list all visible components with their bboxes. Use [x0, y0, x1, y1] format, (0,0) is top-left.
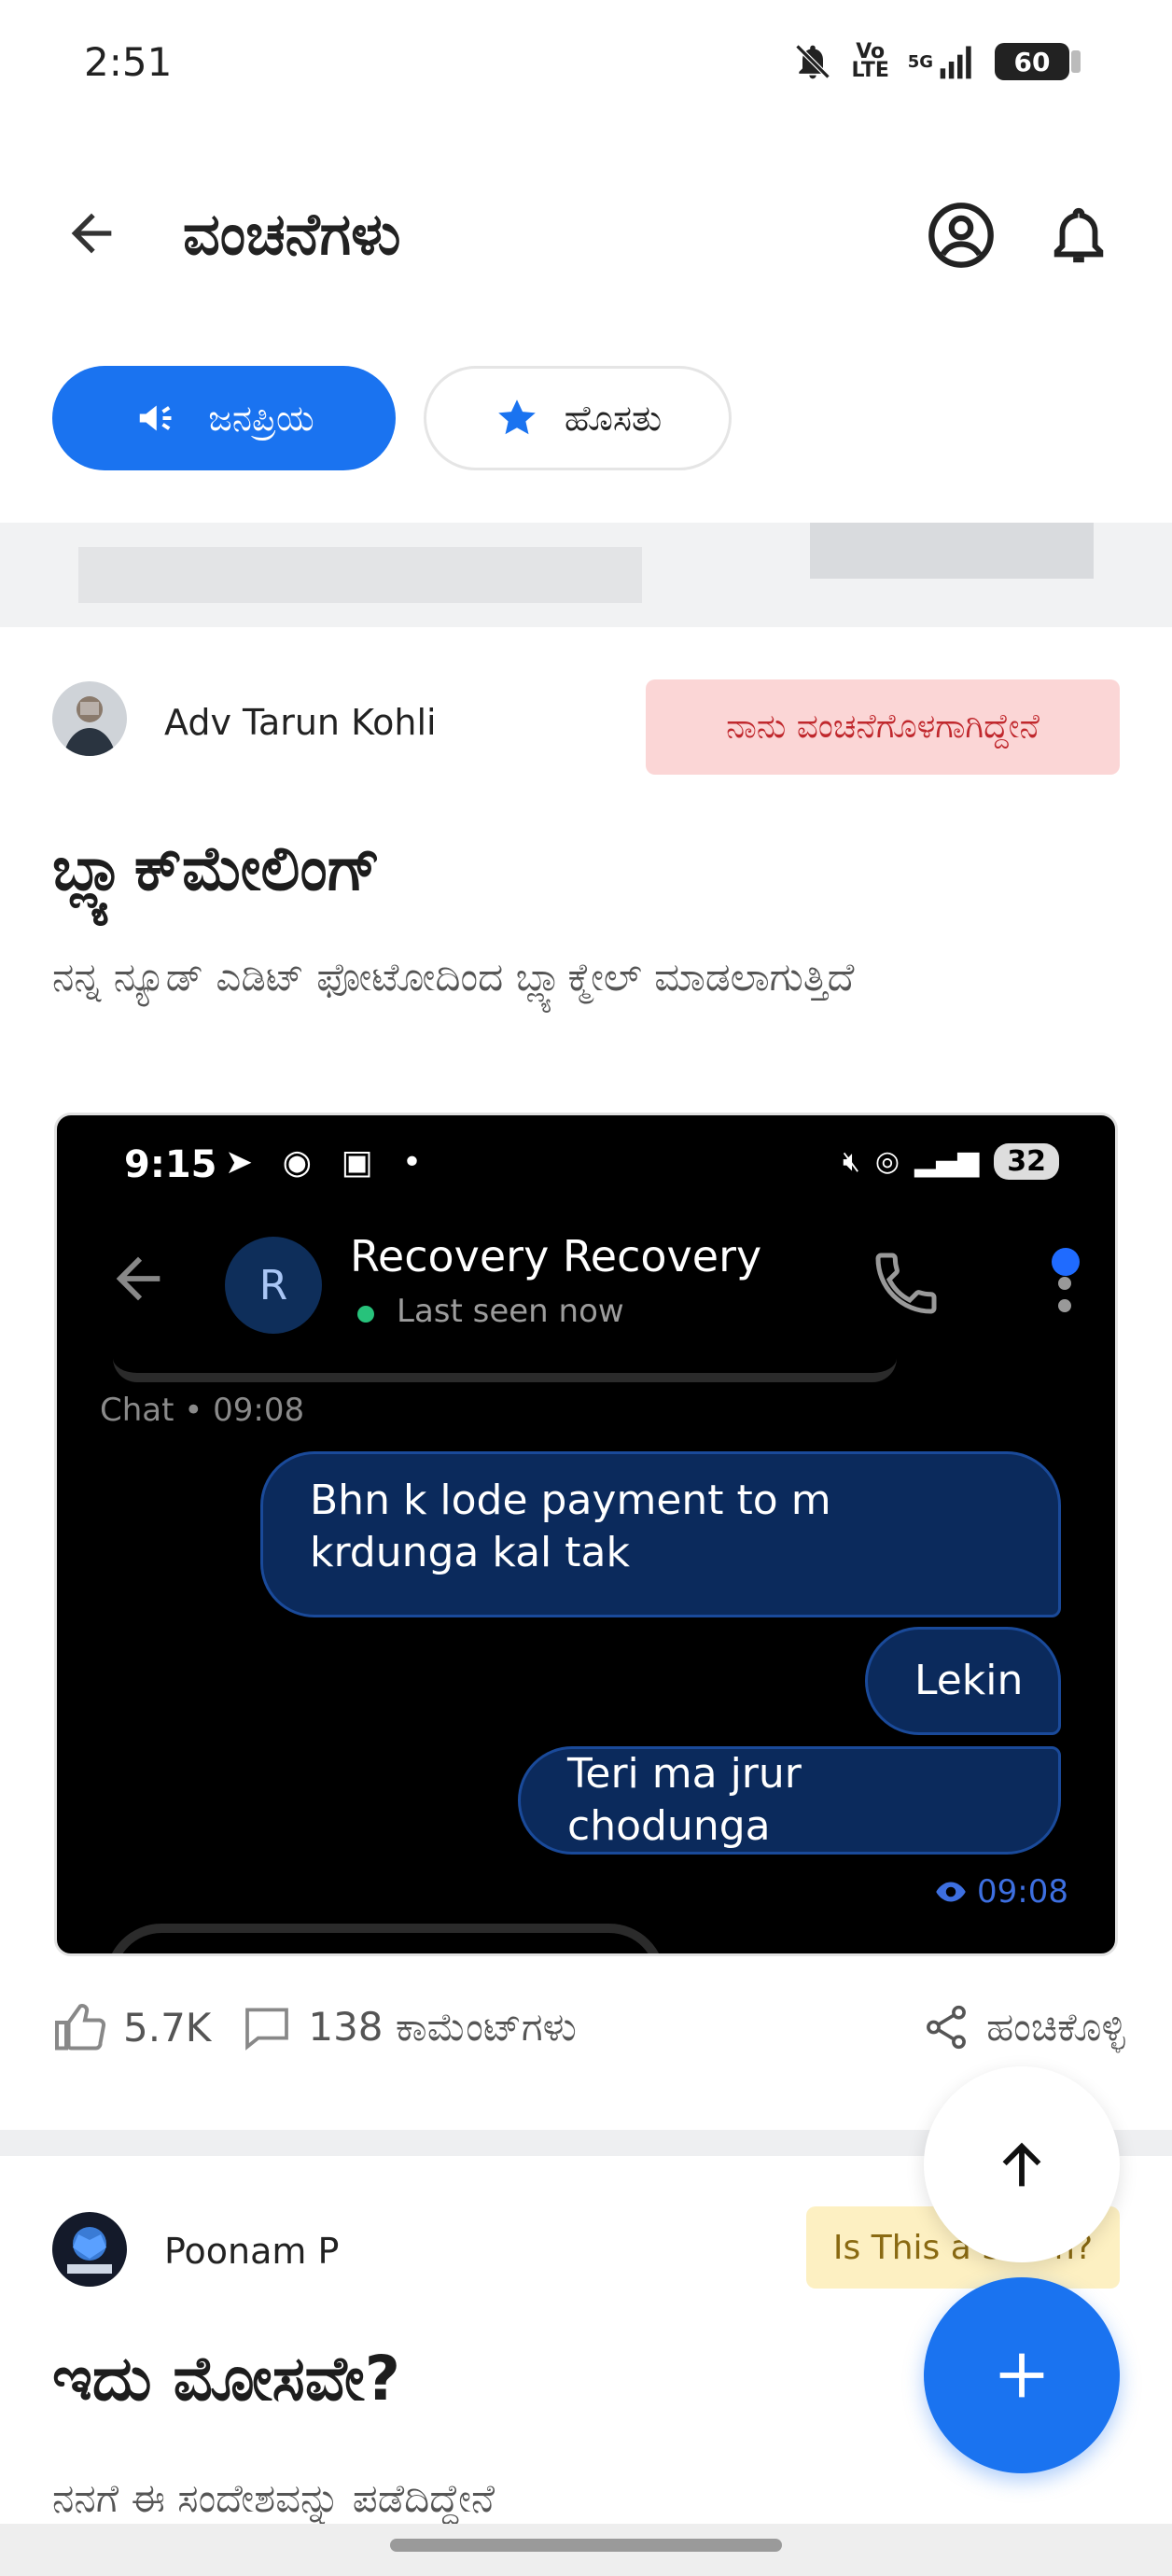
tab-popular-label: ಜನಪ್ರಿಯ: [208, 397, 314, 439]
comments-button[interactable]: 138 ಕಾಮೆಂಟ್‌ಗಳು: [241, 2001, 577, 2053]
thumbs-up-icon: [55, 2004, 106, 2051]
signal-icon: ▂▄▆: [914, 1145, 980, 1178]
hotspot-icon: ◎: [874, 1145, 900, 1178]
tab-new-label: ಹೊಸತು: [564, 397, 663, 439]
avatar[interactable]: [52, 2212, 127, 2287]
profile-button[interactable]: [924, 198, 998, 273]
shot-battery: 32: [994, 1143, 1059, 1180]
network-label: 5G: [907, 51, 933, 72]
share-button[interactable]: ಹಂಚಿಕೊಳ್ಳಿ: [921, 2002, 1125, 2052]
home-indicator[interactable]: [390, 2539, 782, 2552]
tab-popular[interactable]: ಜನಪ್ರಿಯ: [52, 366, 396, 470]
tab-new[interactable]: ಹೊಸತು: [424, 366, 732, 470]
loading-placeholder: [0, 523, 1172, 627]
status-bar: 2:51 Vo LTE 5G 60: [0, 0, 1172, 131]
arrow-left-icon: [71, 213, 112, 254]
shot-status-right: 🔇︎ ◎ ▂▄▆ 32: [843, 1143, 1059, 1180]
post-author[interactable]: Adv Tarun Kohli: [164, 702, 437, 743]
phone-icon: [875, 1253, 937, 1314]
like-button[interactable]: 5.7K: [52, 1999, 211, 2055]
gesture-nav-bar: [0, 2524, 1172, 2576]
like-count: 5.7K: [123, 2004, 212, 2051]
app-bar: ವಂಚನೆಗಳು: [0, 159, 1172, 308]
share-label: ಹಂಚಿಕೊಳ್ಳಿ: [986, 2004, 1125, 2050]
read-time: 09:08: [977, 1873, 1068, 1911]
back-button[interactable]: [54, 196, 129, 271]
skeleton-bar: [78, 547, 642, 603]
battery-indicator: 60: [995, 43, 1081, 80]
page-title: ವಂಚನೆಗಳು: [183, 200, 401, 268]
post-body: ನನಗೆ ಈ ಸಂದೇಶವನ್ನು ಪಡೆದಿದ್ದೇನೆ: [52, 2475, 495, 2521]
post-title[interactable]: ಇದು ಮೋಸವೇ?: [52, 2343, 400, 2416]
status-icons: Vo LTE 5G 60: [792, 40, 1081, 82]
post-card[interactable]: Adv Tarun Kohli ನಾನು ವಂಚನೆಗೊಳಗಾಗಿದ್ದೇನೆ …: [0, 627, 1172, 2130]
unread-dot: [1052, 1248, 1080, 1276]
post-title[interactable]: ಬ್ಲ್ಯಾಕ್‌ಮೇಲಿಂಗ್: [52, 833, 381, 906]
share-icon: [927, 2005, 967, 2050]
chat-bubble: Teri ma jrur chodunga: [518, 1746, 1061, 1855]
shot-read-receipt: 09:08: [934, 1873, 1068, 1911]
shot-status-time: 9:15: [124, 1143, 217, 1186]
post-category-tag: ನಾನು ವಂಚನೆಗೊಳಗಾಗಿದ್ದೇನೆ: [646, 679, 1120, 775]
account-circle-icon: [928, 203, 994, 268]
mute-icon: 🔇︎: [842, 1145, 860, 1178]
star-icon: [497, 399, 536, 435]
comment-count: 138 ಕಾಮೆಂಟ್‌ಗಳು: [308, 2004, 577, 2050]
megaphone-icon: [140, 405, 172, 431]
bell-off-icon: [792, 41, 833, 82]
volte-icon: Vo LTE: [851, 40, 889, 82]
notifications-button[interactable]: [1041, 198, 1116, 273]
chat-bubble: Bhn k lode payment to m krdunga kal tak: [260, 1451, 1061, 1617]
signal-icon: 5G: [908, 41, 978, 82]
add-post-button[interactable]: [924, 2277, 1120, 2473]
post-author[interactable]: Poonam P: [164, 2231, 339, 2272]
skeleton-bar: [810, 523, 1094, 579]
shot-back-icon: [116, 1256, 160, 1301]
shot-notification-icons: ➤ ◉ ▣ •: [225, 1143, 432, 1182]
shot-contact-avatar: R: [225, 1237, 322, 1334]
avatar[interactable]: [52, 681, 127, 756]
input-bar-edge: [105, 1924, 665, 1953]
shot-contact-name: Recovery Recovery: [350, 1231, 762, 1281]
shot-chat-label: Chat • 09:08: [100, 1392, 305, 1429]
previous-bubble-edge: [113, 1358, 897, 1382]
post-image[interactable]: 9:15 ➤ ◉ ▣ • 🔇︎ ◎ ▂▄▆ 32 R Recovery Reco…: [54, 1113, 1118, 1956]
scroll-to-top-button[interactable]: [924, 2066, 1120, 2262]
post-actions: 5.7K 138 ಕಾಮೆಂಟ್‌ಗಳು ಹಂಚಿಕೊಳ್ಳಿ: [52, 1990, 1125, 2065]
plus-icon: [999, 2353, 1044, 2398]
online-dot: [357, 1306, 374, 1323]
shot-last-seen: Last seen now: [397, 1293, 624, 1330]
arrow-up-icon: [1002, 2142, 1041, 2187]
comment-icon: [245, 2008, 289, 2051]
post-body: ನನ್ನ ನ್ಯೂಡ್ ಎಡಿಟ್ ಫೋಟೋದಿಂದ ಬ್ಲ್ಯಾಕ್ಮೇಲ್ …: [52, 954, 855, 1000]
bell-icon: [1053, 207, 1104, 263]
status-time: 2:51: [84, 39, 173, 85]
chat-bubble: Lekin: [865, 1627, 1061, 1735]
eye-icon: [936, 1882, 966, 1902]
